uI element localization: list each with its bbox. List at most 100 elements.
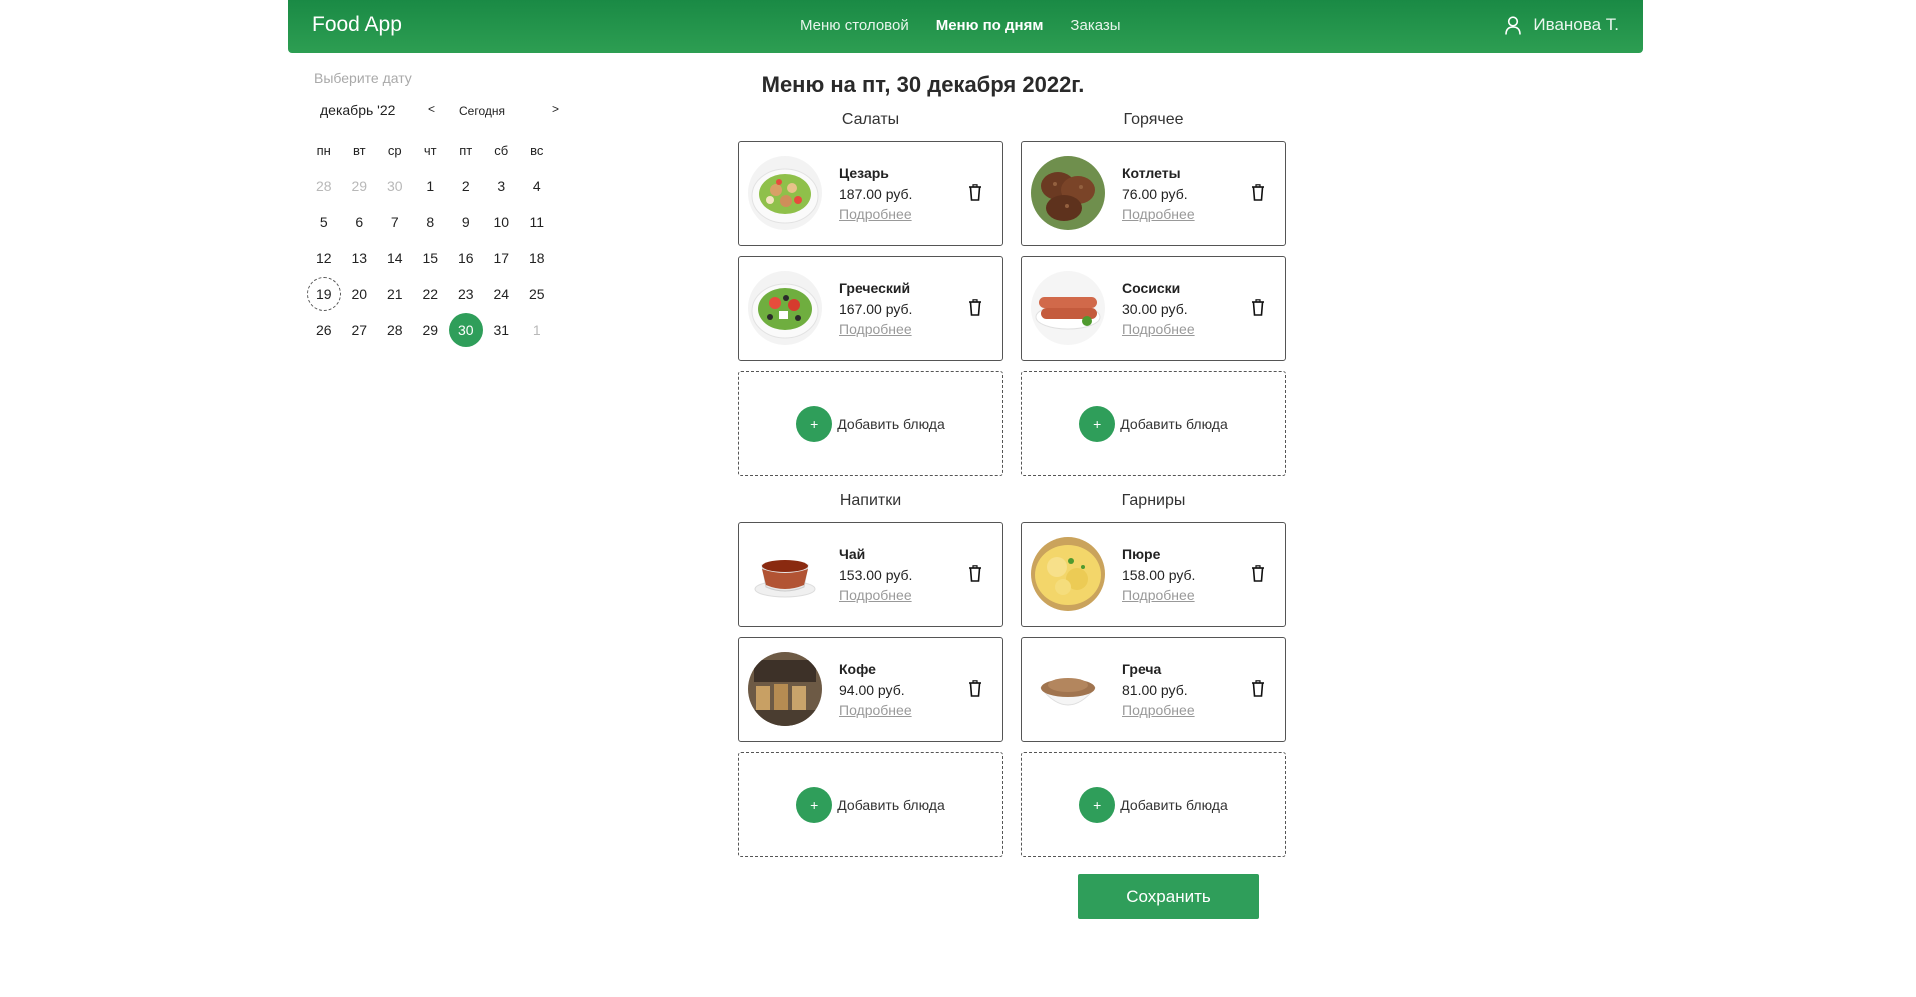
calendar-day[interactable]: 29 bbox=[413, 312, 449, 348]
calendar-day-number: 22 bbox=[422, 286, 439, 302]
trash-icon bbox=[1252, 299, 1264, 316]
calendar-day-number: 24 bbox=[493, 286, 510, 302]
calendar-day[interactable]: 7 bbox=[377, 204, 413, 240]
category-heading-sides: Гарниры bbox=[1121, 492, 1186, 509]
nav-item-daily-menu[interactable]: Меню по дням bbox=[936, 17, 1044, 34]
prev-month-button[interactable]: < bbox=[428, 102, 435, 116]
calendar-day[interactable]: 14 bbox=[377, 240, 413, 276]
delete-dish-button[interactable] bbox=[1251, 565, 1265, 587]
dish-price: 158.00 руб. bbox=[1122, 567, 1196, 583]
calendar-day[interactable]: 13 bbox=[342, 240, 378, 276]
add-dish-card[interactable]: + Добавить блюда bbox=[1021, 752, 1286, 857]
calendar-day[interactable]: 29 bbox=[342, 168, 378, 204]
plus-icon[interactable]: + bbox=[796, 786, 833, 823]
calendar-day[interactable]: 10 bbox=[484, 204, 520, 240]
page-title: Меню на пт, 30 декабря 2022г. bbox=[761, 72, 1085, 97]
calendar-day[interactable]: 22 bbox=[413, 276, 449, 312]
add-dish-card[interactable]: + Добавить блюда bbox=[738, 371, 1003, 476]
plus-icon[interactable]: + bbox=[1079, 405, 1116, 442]
calendar-day-number: 13 bbox=[351, 250, 368, 266]
calendar-day[interactable]: 17 bbox=[484, 240, 520, 276]
calendar-day[interactable]: 25 bbox=[519, 276, 555, 312]
calendar-day[interactable]: 11 bbox=[519, 204, 555, 240]
calendar-month-label: декабрь '22 bbox=[320, 102, 396, 118]
plus-icon[interactable]: + bbox=[1079, 786, 1116, 823]
dish-name: Цезарь bbox=[839, 165, 889, 181]
date-picker-hint: Выберите дату bbox=[314, 70, 412, 86]
calendar-day-number: 30 bbox=[386, 178, 403, 194]
dish-details-link[interactable]: Подробнее bbox=[839, 587, 912, 603]
delete-dish-button[interactable] bbox=[968, 680, 982, 702]
calendar-day[interactable]: 16 bbox=[448, 240, 484, 276]
calendar-day[interactable]: 31 bbox=[484, 312, 520, 348]
calendar-day[interactable]: 2 bbox=[448, 168, 484, 204]
brand-logo[interactable]: Food App bbox=[312, 13, 402, 37]
calendar-day[interactable]: 12 bbox=[306, 240, 342, 276]
calendar-day[interactable]: 3 bbox=[484, 168, 520, 204]
dish-card: Греческий 167.00 руб. Подробнее bbox=[738, 256, 1003, 361]
calendar-day-number: 27 bbox=[351, 322, 368, 338]
save-button[interactable]: Сохранить bbox=[1078, 874, 1259, 919]
dish-details-link[interactable]: Подробнее bbox=[839, 702, 912, 718]
dish-card: Пюре 158.00 руб. Подробнее bbox=[1021, 522, 1286, 627]
calendar-day-number: 28 bbox=[315, 178, 332, 194]
plus-icon[interactable]: + bbox=[796, 405, 833, 442]
dish-name: Кофе bbox=[839, 661, 876, 677]
calendar-day-today[interactable]: 19 bbox=[306, 276, 342, 312]
delete-dish-button[interactable] bbox=[968, 184, 982, 206]
add-dish-card[interactable]: + Добавить блюда bbox=[738, 752, 1003, 857]
nav-item-orders[interactable]: Заказы bbox=[1070, 17, 1120, 34]
dish-details-link[interactable]: Подробнее bbox=[1122, 702, 1195, 718]
nav-item-canteen-menu[interactable]: Меню столовой bbox=[800, 17, 909, 34]
calendar-day-number: 1 bbox=[532, 322, 541, 338]
calendar-day[interactable]: 1 bbox=[519, 312, 555, 348]
calendar-day[interactable]: 5 bbox=[306, 204, 342, 240]
calendar-day[interactable]: 15 bbox=[413, 240, 449, 276]
delete-dish-button[interactable] bbox=[1251, 184, 1265, 206]
user-icon bbox=[1505, 15, 1522, 35]
dish-details-link[interactable]: Подробнее bbox=[1122, 206, 1195, 222]
add-dish-label: Добавить блюда bbox=[1120, 415, 1228, 432]
category-heading-salads: Салаты bbox=[841, 111, 900, 128]
calendar-day[interactable]: 6 bbox=[342, 204, 378, 240]
delete-dish-button[interactable] bbox=[968, 565, 982, 587]
calendar-day[interactable]: 27 bbox=[342, 312, 378, 348]
dish-image bbox=[748, 537, 822, 611]
delete-dish-button[interactable] bbox=[1251, 299, 1265, 321]
dish-details-link[interactable]: Подробнее bbox=[1122, 321, 1195, 337]
dish-price: 187.00 руб. bbox=[839, 186, 913, 202]
calendar-day[interactable]: 28 bbox=[306, 168, 342, 204]
calendar-day-selected[interactable]: 30 bbox=[448, 312, 484, 348]
calendar-day[interactable]: 1 bbox=[413, 168, 449, 204]
dish-card: Греча 81.00 руб. Подробнее bbox=[1021, 637, 1286, 742]
dish-price: 167.00 руб. bbox=[839, 301, 913, 317]
app: Food App Меню столовой Меню по дням Зака… bbox=[288, 0, 1643, 997]
calendar-day[interactable]: 28 bbox=[377, 312, 413, 348]
calendar-day[interactable]: 20 bbox=[342, 276, 378, 312]
calendar-day[interactable]: 4 bbox=[519, 168, 555, 204]
delete-dish-button[interactable] bbox=[968, 299, 982, 321]
calendar-day-number: 9 bbox=[461, 214, 470, 230]
dish-details-link[interactable]: Подробнее bbox=[1122, 587, 1195, 603]
calendar-day[interactable]: 26 bbox=[306, 312, 342, 348]
calendar-day-number: 6 bbox=[355, 214, 364, 230]
category-heading-drinks: Напитки bbox=[839, 492, 902, 509]
calendar-day[interactable]: 9 bbox=[448, 204, 484, 240]
trash-icon bbox=[1252, 184, 1264, 201]
calendar-day[interactable]: 24 bbox=[484, 276, 520, 312]
calendar-day-number: 30 bbox=[448, 313, 483, 347]
calendar-day[interactable]: 8 bbox=[413, 204, 449, 240]
user-menu[interactable]: Иванова Т. bbox=[1505, 15, 1619, 35]
calendar-day[interactable]: 21 bbox=[377, 276, 413, 312]
dish-details-link[interactable]: Подробнее bbox=[839, 321, 912, 337]
calendar-day[interactable]: 23 bbox=[448, 276, 484, 312]
next-month-button[interactable]: > bbox=[552, 102, 559, 116]
dish-details-link[interactable]: Подробнее bbox=[839, 206, 912, 222]
calendar-day[interactable]: 30 bbox=[377, 168, 413, 204]
today-button[interactable]: Сегодня bbox=[459, 104, 505, 118]
calendar-header: декабрь '22 < Сегодня > bbox=[306, 102, 566, 126]
delete-dish-button[interactable] bbox=[1251, 680, 1265, 702]
add-dish-card[interactable]: + Добавить блюда bbox=[1021, 371, 1286, 476]
dish-price: 153.00 руб. bbox=[839, 567, 913, 583]
calendar-day[interactable]: 18 bbox=[519, 240, 555, 276]
